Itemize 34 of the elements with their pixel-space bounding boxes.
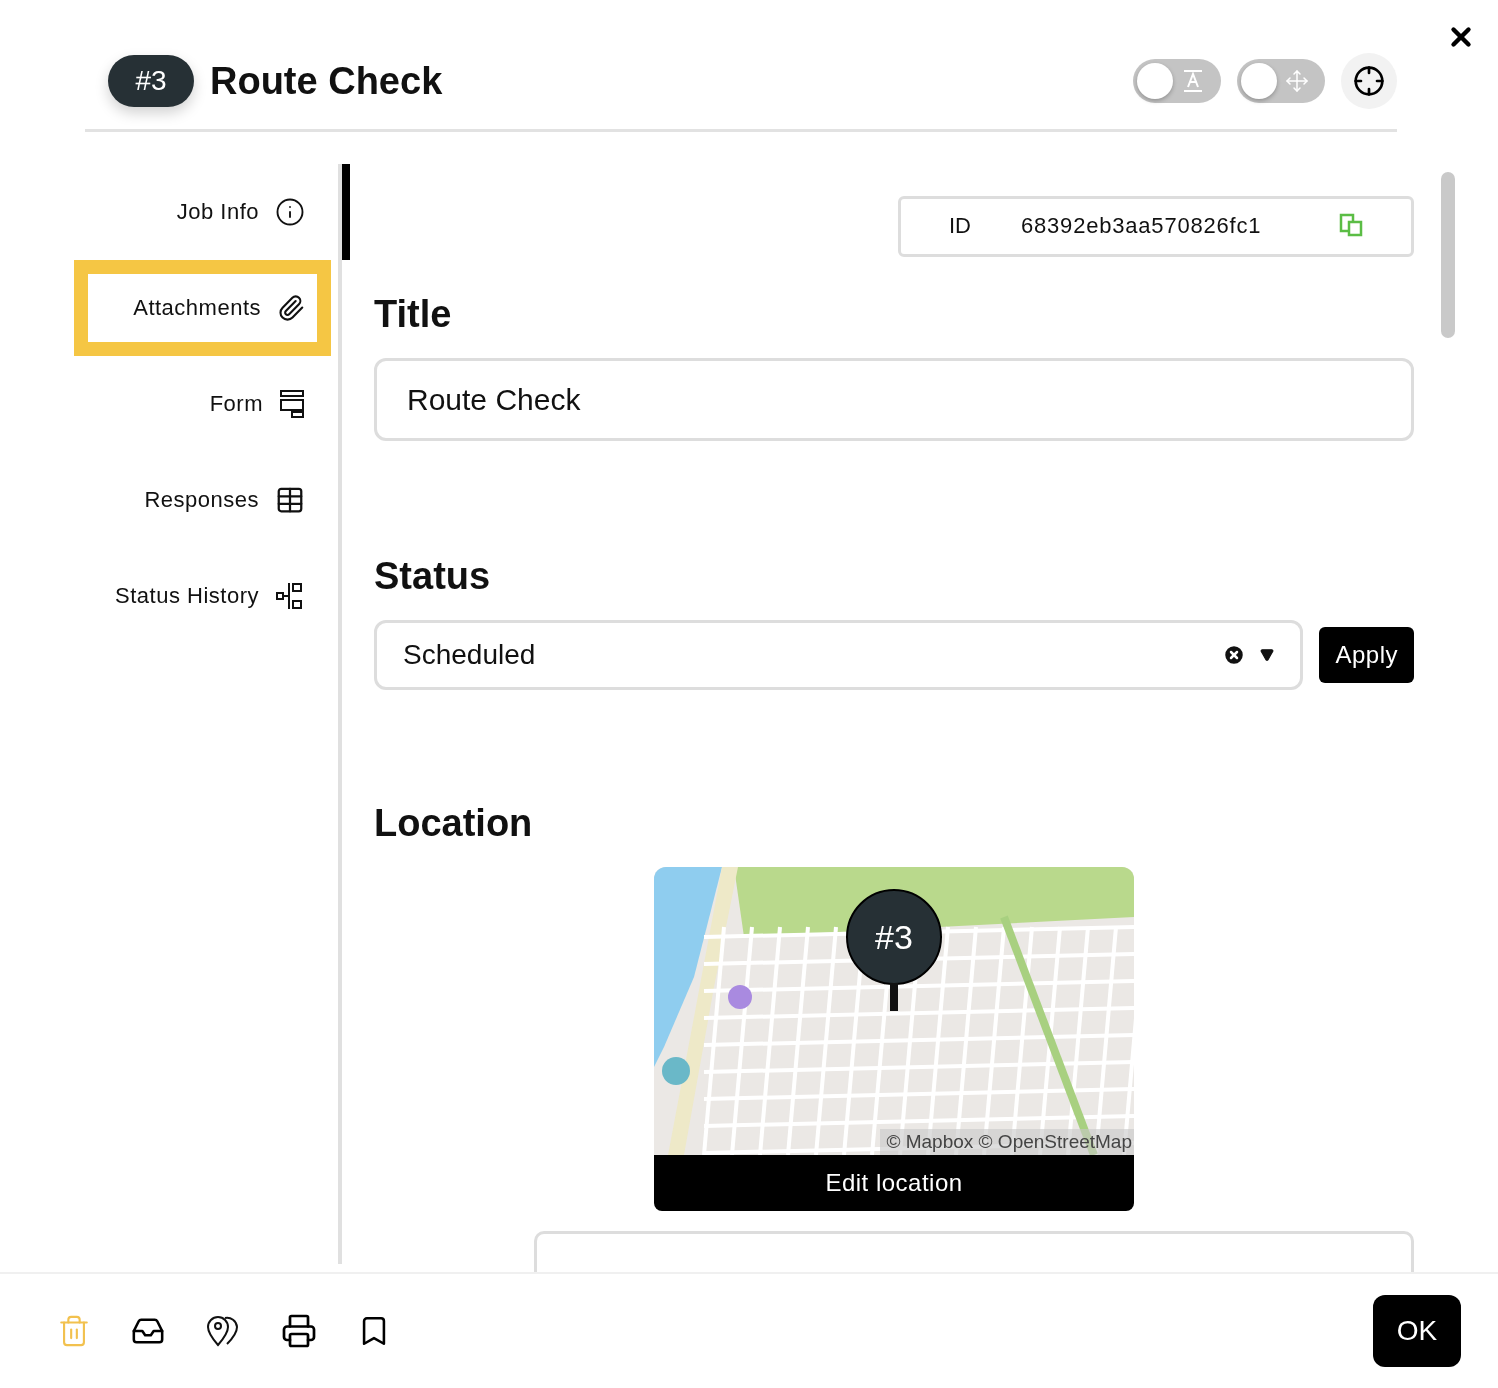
crosshair-icon — [1353, 65, 1385, 97]
text-format-icon — [1181, 69, 1205, 93]
section-heading: Location — [374, 802, 534, 846]
map-pins-icon — [205, 1313, 241, 1349]
toggle-switch[interactable] — [1133, 59, 1221, 103]
trash-icon — [57, 1314, 91, 1348]
title-input[interactable]: Route Check — [374, 357, 1414, 442]
job-number-badge: #3 — [108, 55, 194, 107]
ok-button[interactable]: OK — [1373, 1295, 1461, 1367]
print-button[interactable] — [281, 1313, 317, 1349]
toggle-switch[interactable] — [1237, 59, 1325, 103]
scrollbar[interactable] — [1441, 172, 1455, 338]
dropdown-caret-icon[interactable] — [1260, 648, 1275, 663]
form-icon — [279, 389, 305, 419]
move-icon — [1285, 69, 1309, 93]
id-label: ID — [949, 213, 972, 240]
info-icon — [275, 197, 305, 227]
status-value: Scheduled — [403, 639, 537, 672]
section-heading: Status — [374, 555, 492, 599]
locations-button[interactable] — [205, 1313, 241, 1349]
status-select[interactable]: Scheduled — [374, 620, 1304, 691]
marker-pin — [890, 983, 898, 1012]
paperclip-icon — [277, 294, 305, 322]
edit-location-button[interactable]: Edit location — [654, 1155, 1134, 1212]
job-title: Route Check — [210, 59, 444, 103]
apply-button[interactable]: Apply — [1319, 627, 1414, 684]
locate-button[interactable] — [1341, 53, 1397, 109]
sidebar-tab[interactable]: Attachments — [74, 260, 331, 356]
id-value: 68392eb3aa570826fc1 — [1021, 213, 1262, 240]
hierarchy-icon — [275, 581, 305, 611]
table-icon — [275, 485, 305, 515]
section-heading: Title — [374, 292, 453, 336]
printer-icon — [281, 1313, 317, 1349]
map-attribution: © Mapbox © OpenStreetMap — [880, 1129, 1134, 1156]
